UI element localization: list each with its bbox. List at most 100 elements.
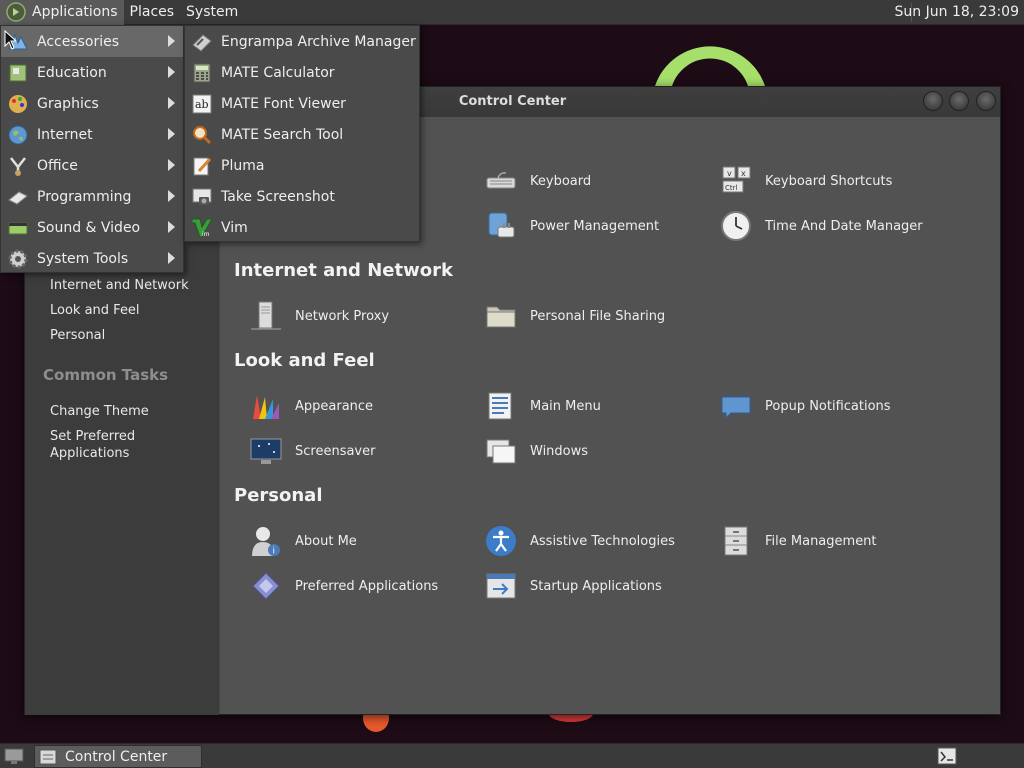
top-panel: Applications Places System Sun Jun 18, 2… [0, 0, 1024, 25]
programming-icon [8, 190, 28, 205]
menu-item-education[interactable]: Education [1, 57, 183, 88]
item-network-proxy[interactable]: Network Proxy [249, 298, 389, 334]
task-change-theme[interactable]: Change Theme [50, 403, 149, 420]
accessories-submenu: Engrampa Archive Manager MATE Calculator… [184, 25, 420, 242]
item-label: Main Menu [530, 398, 601, 414]
menu-item-label: Programming [37, 188, 132, 205]
bottom-panel: Control Center [0, 743, 1024, 768]
menu-item-accessories[interactable]: Accessories [1, 26, 183, 57]
item-about-me[interactable]: i About Me [249, 523, 357, 559]
menu-item-label: Accessories [37, 33, 120, 50]
show-desktop-icon[interactable] [4, 747, 24, 765]
education-icon [9, 64, 27, 81]
submenu-item-label: Take Screenshot [221, 188, 335, 205]
item-label: About Me [295, 533, 357, 549]
item-power-management[interactable]: Power Management [484, 208, 659, 244]
places-menu[interactable]: Places [124, 0, 181, 25]
submenu-item-screenshot[interactable]: Take Screenshot [185, 181, 419, 212]
svg-text:v: v [727, 169, 732, 178]
section-heading-look-feel: Look and Feel [234, 350, 375, 371]
sidebar-group-look-feel[interactable]: Look and Feel [50, 302, 140, 319]
submenu-item-label: MATE Search Tool [221, 126, 344, 143]
clock[interactable]: Sun Jun 18, 23:09 [895, 0, 1019, 25]
file-sharing-icon [486, 306, 516, 328]
section-heading-personal: Personal [234, 485, 323, 506]
submenu-item-calculator[interactable]: MATE Calculator [185, 57, 419, 88]
submenu-item-label: Pluma [221, 157, 265, 174]
svg-text:i: i [273, 547, 276, 557]
item-label: Keyboard [530, 173, 592, 189]
item-screensaver[interactable]: Screensaver [249, 433, 375, 469]
item-label: Windows [530, 443, 589, 459]
item-assistive-technologies[interactable]: Assistive Technologies [484, 523, 675, 559]
item-appearance[interactable]: Appearance [249, 388, 373, 424]
item-label: Power Management [530, 218, 660, 234]
submenu-item-label: Vim [221, 219, 248, 236]
submenu-arrow-icon [168, 128, 175, 140]
submenu-arrow-icon [168, 35, 175, 47]
submenu-item-font-viewer[interactable]: ab MATE Font Viewer [185, 88, 419, 119]
item-label: Personal File Sharing [530, 308, 666, 324]
submenu-item-label: MATE Calculator [221, 64, 335, 81]
mate-logo-icon [6, 2, 26, 22]
submenu-item-vim[interactable]: im Vim [185, 212, 419, 243]
submenu-item-pluma[interactable]: Pluma [185, 150, 419, 181]
item-main-menu[interactable]: Main Menu [484, 388, 601, 424]
submenu-arrow-icon [168, 97, 175, 109]
item-label: Appearance [295, 398, 374, 414]
sidebar-group-personal[interactable]: Personal [50, 327, 105, 344]
submenu-item-engrampa[interactable]: Engrampa Archive Manager [185, 26, 419, 57]
network-proxy-icon [251, 301, 281, 330]
item-label: File Management [765, 533, 877, 549]
submenu-arrow-icon [168, 221, 175, 233]
item-time-date[interactable]: Time And Date Manager [719, 208, 923, 244]
taskbar-window-button[interactable]: Control Center [34, 745, 202, 768]
sidebar-group-internet-network[interactable]: Internet and Network [50, 277, 189, 294]
item-label: Preferred Applications [295, 578, 439, 594]
keyboard-icon [486, 172, 516, 189]
item-preferred-applications[interactable]: Preferred Applications [249, 568, 438, 604]
mouse-pointer-icon [4, 30, 16, 50]
submenu-arrow-icon [168, 252, 175, 264]
item-popup-notifications[interactable]: Popup Notifications [719, 388, 891, 424]
menu-item-sound-video[interactable]: Sound & Video [1, 212, 183, 243]
menu-item-system-tools[interactable]: System Tools [1, 243, 183, 274]
office-icon [10, 156, 26, 176]
maximize-button[interactable] [949, 91, 969, 111]
item-label: Time And Date Manager [765, 218, 923, 234]
keyboard-tray-icon[interactable] [937, 747, 957, 765]
close-button[interactable] [976, 91, 996, 111]
svg-text:im: im [202, 231, 210, 238]
windows-icon [486, 439, 516, 464]
item-label: Popup Notifications [765, 398, 891, 414]
graphics-icon [9, 94, 27, 113]
common-tasks-heading: Common Tasks [43, 366, 169, 384]
menu-item-graphics[interactable]: Graphics [1, 88, 183, 119]
item-keyboard-shortcuts[interactable]: v x Ctrl Keyboard Shortcuts [719, 163, 892, 199]
svg-text:x: x [741, 169, 746, 178]
applications-dropdown: Accessories Education Graphics Internet … [0, 25, 184, 273]
item-label: Startup Applications [530, 578, 662, 594]
item-personal-file-sharing[interactable]: Personal File Sharing [484, 298, 665, 334]
search-tool-icon [193, 125, 212, 144]
svg-text:Ctrl: Ctrl [725, 184, 738, 192]
vim-icon: im [191, 218, 213, 238]
system-menu[interactable]: System [180, 0, 244, 25]
archive-manager-icon [192, 33, 212, 52]
system-tools-icon [8, 249, 28, 268]
item-file-management[interactable]: File Management [719, 523, 877, 559]
item-windows[interactable]: Windows [484, 433, 588, 469]
menu-item-programming[interactable]: Programming [1, 181, 183, 212]
keyboard-shortcuts-icon: v x Ctrl [722, 166, 751, 193]
menu-item-office[interactable]: Office [1, 150, 183, 181]
minimize-button[interactable] [923, 91, 943, 111]
item-startup-applications[interactable]: Startup Applications [484, 568, 662, 604]
item-label: Assistive Technologies [530, 533, 675, 549]
item-keyboard[interactable]: Keyboard [484, 163, 591, 199]
sound-video-icon [8, 222, 28, 234]
submenu-item-search-tool[interactable]: MATE Search Tool [185, 119, 419, 150]
applications-menu[interactable]: Applications [0, 0, 124, 25]
preferred-apps-icon [252, 572, 280, 600]
menu-item-internet[interactable]: Internet [1, 119, 183, 150]
task-set-preferred-apps[interactable]: Set Preferred Applications [50, 428, 170, 462]
